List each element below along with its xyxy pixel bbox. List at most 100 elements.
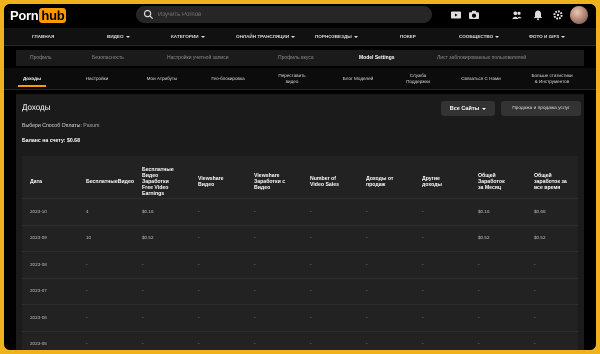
nav-item-label: СООБЩЕСТВО xyxy=(459,34,494,39)
tab-blocked-users[interactable]: Лист заблокированных пользователей xyxy=(437,55,526,61)
table-cell: - xyxy=(422,235,424,241)
table-cell: - xyxy=(534,288,536,294)
subnav-earnings[interactable]: Доходы xyxy=(18,76,46,82)
table-cell: - xyxy=(142,288,144,294)
table-cell: - xyxy=(198,288,200,294)
avatar[interactable] xyxy=(570,6,588,24)
sales-services-button[interactable]: Продажа и продажа услуг xyxy=(501,101,581,116)
bell-icon[interactable] xyxy=(532,9,544,21)
table-cell: - xyxy=(86,261,88,267)
search-icon[interactable] xyxy=(143,9,154,20)
subnav-model-blog[interactable]: Блог Моделей xyxy=(332,76,384,82)
account-balance: Баланс на счету: $0.68 xyxy=(22,138,80,144)
table-cell: - xyxy=(86,341,88,347)
subnav-more-stats[interactable]: Больше статистики & Инструментов xyxy=(516,73,588,84)
table-cell-date: 2023-08 xyxy=(30,261,47,267)
nav-item-photos-gifs[interactable]: ФОТО И GIFS xyxy=(529,34,566,39)
nav-item-label: ФОТО И GIFS xyxy=(529,34,560,39)
subnav-support[interactable]: Служба Поддержки xyxy=(398,73,438,84)
logo-text-part2: hub xyxy=(39,7,67,23)
all-sites-label: Все Сайты xyxy=(449,105,480,112)
table-cell: - xyxy=(254,208,256,214)
nav-item-poker[interactable]: ПОКЕР xyxy=(400,34,416,39)
site-logo[interactable]: Porn hub xyxy=(10,7,67,23)
table-header[interactable]: Бесплатные Видео Заработки Free Video Earnin… xyxy=(142,167,174,197)
browser-frame: Porn hub Изучить Pornов ГЛАВНАЯ ВИДЕО КА… xyxy=(4,4,596,350)
logo-text-part1: Porn xyxy=(10,7,39,23)
payout-method: Выбери Способ Оплаты: Paxum xyxy=(22,123,99,129)
table-header[interactable]: Общей Заработок за Месяц xyxy=(478,173,505,191)
tab-model-settings[interactable]: Model Settings xyxy=(359,55,395,61)
gear-icon[interactable] xyxy=(552,9,564,21)
nav-item-live[interactable]: ОНЛАЙН ТРАНСЛЯЦИИ xyxy=(236,34,296,39)
table-divider xyxy=(22,251,578,252)
table-cell: - xyxy=(142,314,144,320)
tab-security[interactable]: Безопасность xyxy=(92,55,124,61)
table-cell: - xyxy=(422,208,424,214)
table-cell: - xyxy=(254,341,256,347)
table-header[interactable]: Общей заработок за все время xyxy=(534,173,567,191)
table-divider xyxy=(22,330,578,332)
table-header-line: Дата xyxy=(30,179,43,185)
table-cell: - xyxy=(478,314,480,320)
all-sites-dropdown[interactable]: Все Сайты xyxy=(441,101,495,116)
table-header[interactable]: Viewshare Заработки с Видео xyxy=(254,173,285,191)
table-cell: - xyxy=(254,261,256,267)
table-cell: - xyxy=(198,235,200,241)
table-header[interactable]: Number of Video Sales xyxy=(310,176,339,188)
tab-account-settings[interactable]: Настройки учетной записи xyxy=(167,55,229,61)
search-bar[interactable] xyxy=(136,6,432,23)
subnav-label: Доходы xyxy=(22,76,42,81)
chevron-down-icon xyxy=(125,35,130,38)
subnav-my-attributes[interactable]: Мои Атрибуты xyxy=(136,76,188,82)
table-cell: - xyxy=(86,314,88,320)
table-cell: - xyxy=(254,235,256,241)
nav-item-community[interactable]: СООБЩЕСТВО xyxy=(459,34,500,39)
table-cell: - xyxy=(86,288,88,294)
payout-value[interactable]: Paxum xyxy=(83,123,99,129)
subnav-geo-blocking[interactable]: Гео-блокировка xyxy=(200,76,256,82)
table-cell: - xyxy=(422,341,424,347)
video-upload-icon[interactable] xyxy=(450,9,462,21)
subnav-settings[interactable]: Настройки xyxy=(72,76,122,82)
table-cell: - xyxy=(254,288,256,294)
nav-item-label: ВИДЕО xyxy=(107,34,124,39)
camera-icon[interactable] xyxy=(468,9,480,21)
table-cell: - xyxy=(478,341,480,347)
nav-item-label: ГЛАВНАЯ xyxy=(32,34,55,39)
table-header[interactable]: Viewshare Видео xyxy=(198,176,224,188)
subnav-label: Настройки xyxy=(85,76,109,81)
table-cell: - xyxy=(142,261,144,267)
table-cell: 10 xyxy=(86,235,92,241)
table-cell: - xyxy=(422,261,424,267)
table-cell: - xyxy=(366,261,368,267)
main-nav: ГЛАВНАЯ ВИДЕО КАТЕГОРИИ ОНЛАЙН ТРАНСЛЯЦИ… xyxy=(4,28,596,46)
earnings-panel: Доходы Все Сайты Продажа и продажа услуг… xyxy=(16,94,584,350)
table-cell: - xyxy=(198,208,200,214)
site-header: Porn hub xyxy=(4,4,596,28)
subnav-reorder-videos[interactable]: Переставить видео xyxy=(266,73,318,84)
table-cell: - xyxy=(310,208,312,214)
nav-item-pornstars[interactable]: ПОРНОЗВЕЗДЫ xyxy=(315,34,358,39)
table-header[interactable]: БесплатныеВидео xyxy=(86,179,134,185)
chevron-down-icon xyxy=(482,107,487,110)
nav-item-videos[interactable]: ВИДЕО xyxy=(107,34,130,39)
table-cell-date: 2023-10 xyxy=(30,208,47,214)
chevron-down-icon xyxy=(353,35,358,38)
table-header[interactable]: Другие доходы xyxy=(422,176,442,188)
tab-profile[interactable]: Профиль xyxy=(30,55,52,61)
search-input[interactable] xyxy=(158,8,418,21)
table-cell: $0.68 xyxy=(534,208,546,214)
table-header-line: Видео xyxy=(254,185,271,191)
subnav-contact-us[interactable]: Связаться С Нами xyxy=(452,76,510,82)
table-header[interactable]: Дата xyxy=(30,179,42,185)
nav-item-categories[interactable]: КАТЕГОРИИ xyxy=(171,34,205,39)
table-cell-date: 2023-06 xyxy=(30,314,47,320)
balance-label: Баланс на счету: xyxy=(22,138,66,144)
subnav-label: Мои Атрибуты xyxy=(146,76,178,81)
nav-item-home[interactable]: ГЛАВНАЯ xyxy=(32,34,54,39)
users-icon[interactable] xyxy=(511,9,523,21)
page-title: Доходы xyxy=(22,103,51,112)
tab-taste-profile[interactable]: Профиль вкуса xyxy=(278,55,314,61)
table-header[interactable]: Доходы от продаж xyxy=(366,176,393,188)
